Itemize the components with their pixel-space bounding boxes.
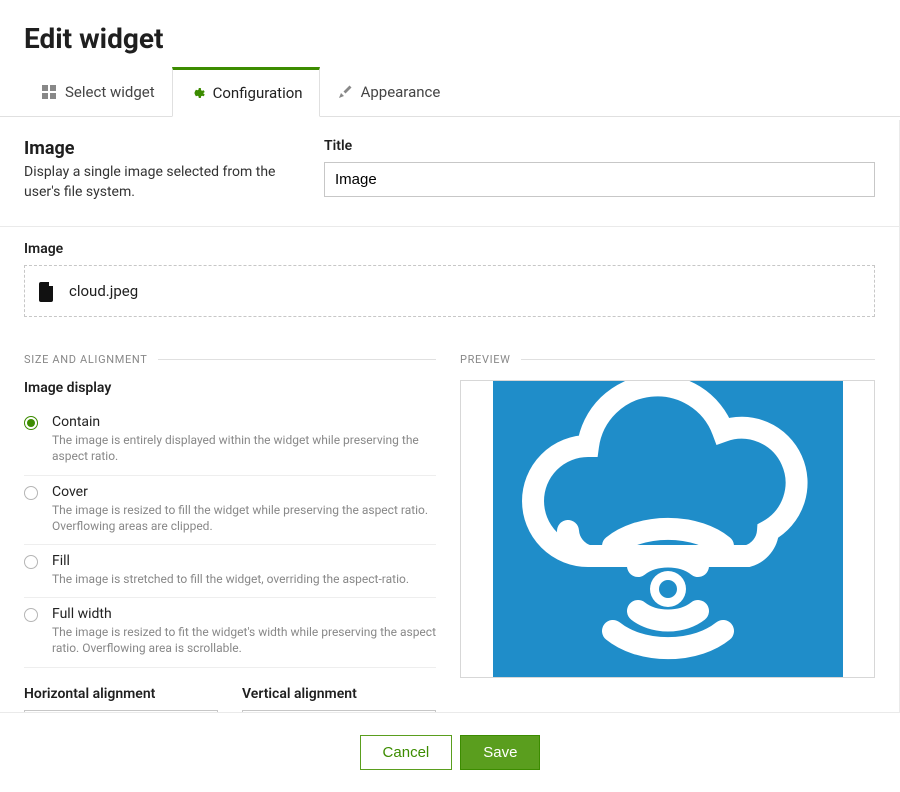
widget-name: Image: [24, 138, 284, 159]
option-title: Cover: [52, 484, 436, 500]
dialog-footer: Cancel Save: [0, 712, 900, 792]
image-filename: cloud.jpeg: [69, 282, 138, 300]
preview-image: [493, 381, 843, 677]
tab-select-widget[interactable]: Select widget: [24, 67, 172, 117]
tab-appearance[interactable]: Appearance: [320, 67, 458, 117]
brush-icon: [337, 84, 353, 100]
tab-label: Configuration: [213, 84, 303, 102]
save-button[interactable]: Save: [460, 735, 540, 770]
option-description: The image is stretched to fill the widge…: [52, 571, 409, 587]
display-option-contain[interactable]: Contain The image is entirely displayed w…: [24, 406, 436, 475]
tab-configuration[interactable]: Configuration: [172, 67, 320, 117]
tab-bar: Select widget Configuration Appearance: [0, 67, 900, 117]
display-option-cover[interactable]: Cover The image is resized to fill the wi…: [24, 476, 436, 545]
preview-legend: PREVIEW: [460, 353, 875, 366]
size-alignment-legend: SIZE AND ALIGNMENT: [24, 353, 436, 366]
option-title: Fill: [52, 553, 409, 569]
display-option-full-width[interactable]: Full width The image is resized to fit th…: [24, 598, 436, 667]
valign-label: Vertical alignment: [242, 686, 436, 702]
file-icon: [39, 282, 57, 300]
option-description: The image is resized to fit the widget's…: [52, 624, 436, 656]
title-label: Title: [324, 138, 875, 154]
radio-icon: [24, 555, 38, 569]
radio-icon: [24, 416, 38, 430]
radio-icon: [24, 486, 38, 500]
option-title: Full width: [52, 606, 436, 622]
cancel-button[interactable]: Cancel: [360, 735, 453, 770]
display-option-fill[interactable]: Fill The image is stretched to fill the w…: [24, 545, 436, 598]
preview-panel: [460, 380, 875, 678]
tab-label: Appearance: [361, 83, 441, 101]
option-description: The image is entirely displayed within t…: [52, 432, 436, 464]
tab-label: Select widget: [65, 83, 155, 101]
image-display-label: Image display: [24, 380, 436, 396]
gear-icon: [189, 85, 205, 101]
option-title: Contain: [52, 414, 436, 430]
title-input[interactable]: [324, 162, 875, 197]
halign-label: Horizontal alignment: [24, 686, 218, 702]
widget-description: Display a single image selected from the…: [24, 163, 284, 202]
image-file-field[interactable]: cloud.jpeg: [24, 265, 875, 317]
radio-icon: [24, 608, 38, 622]
grid-icon: [41, 84, 57, 100]
option-description: The image is resized to fill the widget …: [52, 502, 436, 534]
dialog-title: Edit widget: [0, 0, 900, 67]
image-label: Image: [24, 241, 875, 257]
